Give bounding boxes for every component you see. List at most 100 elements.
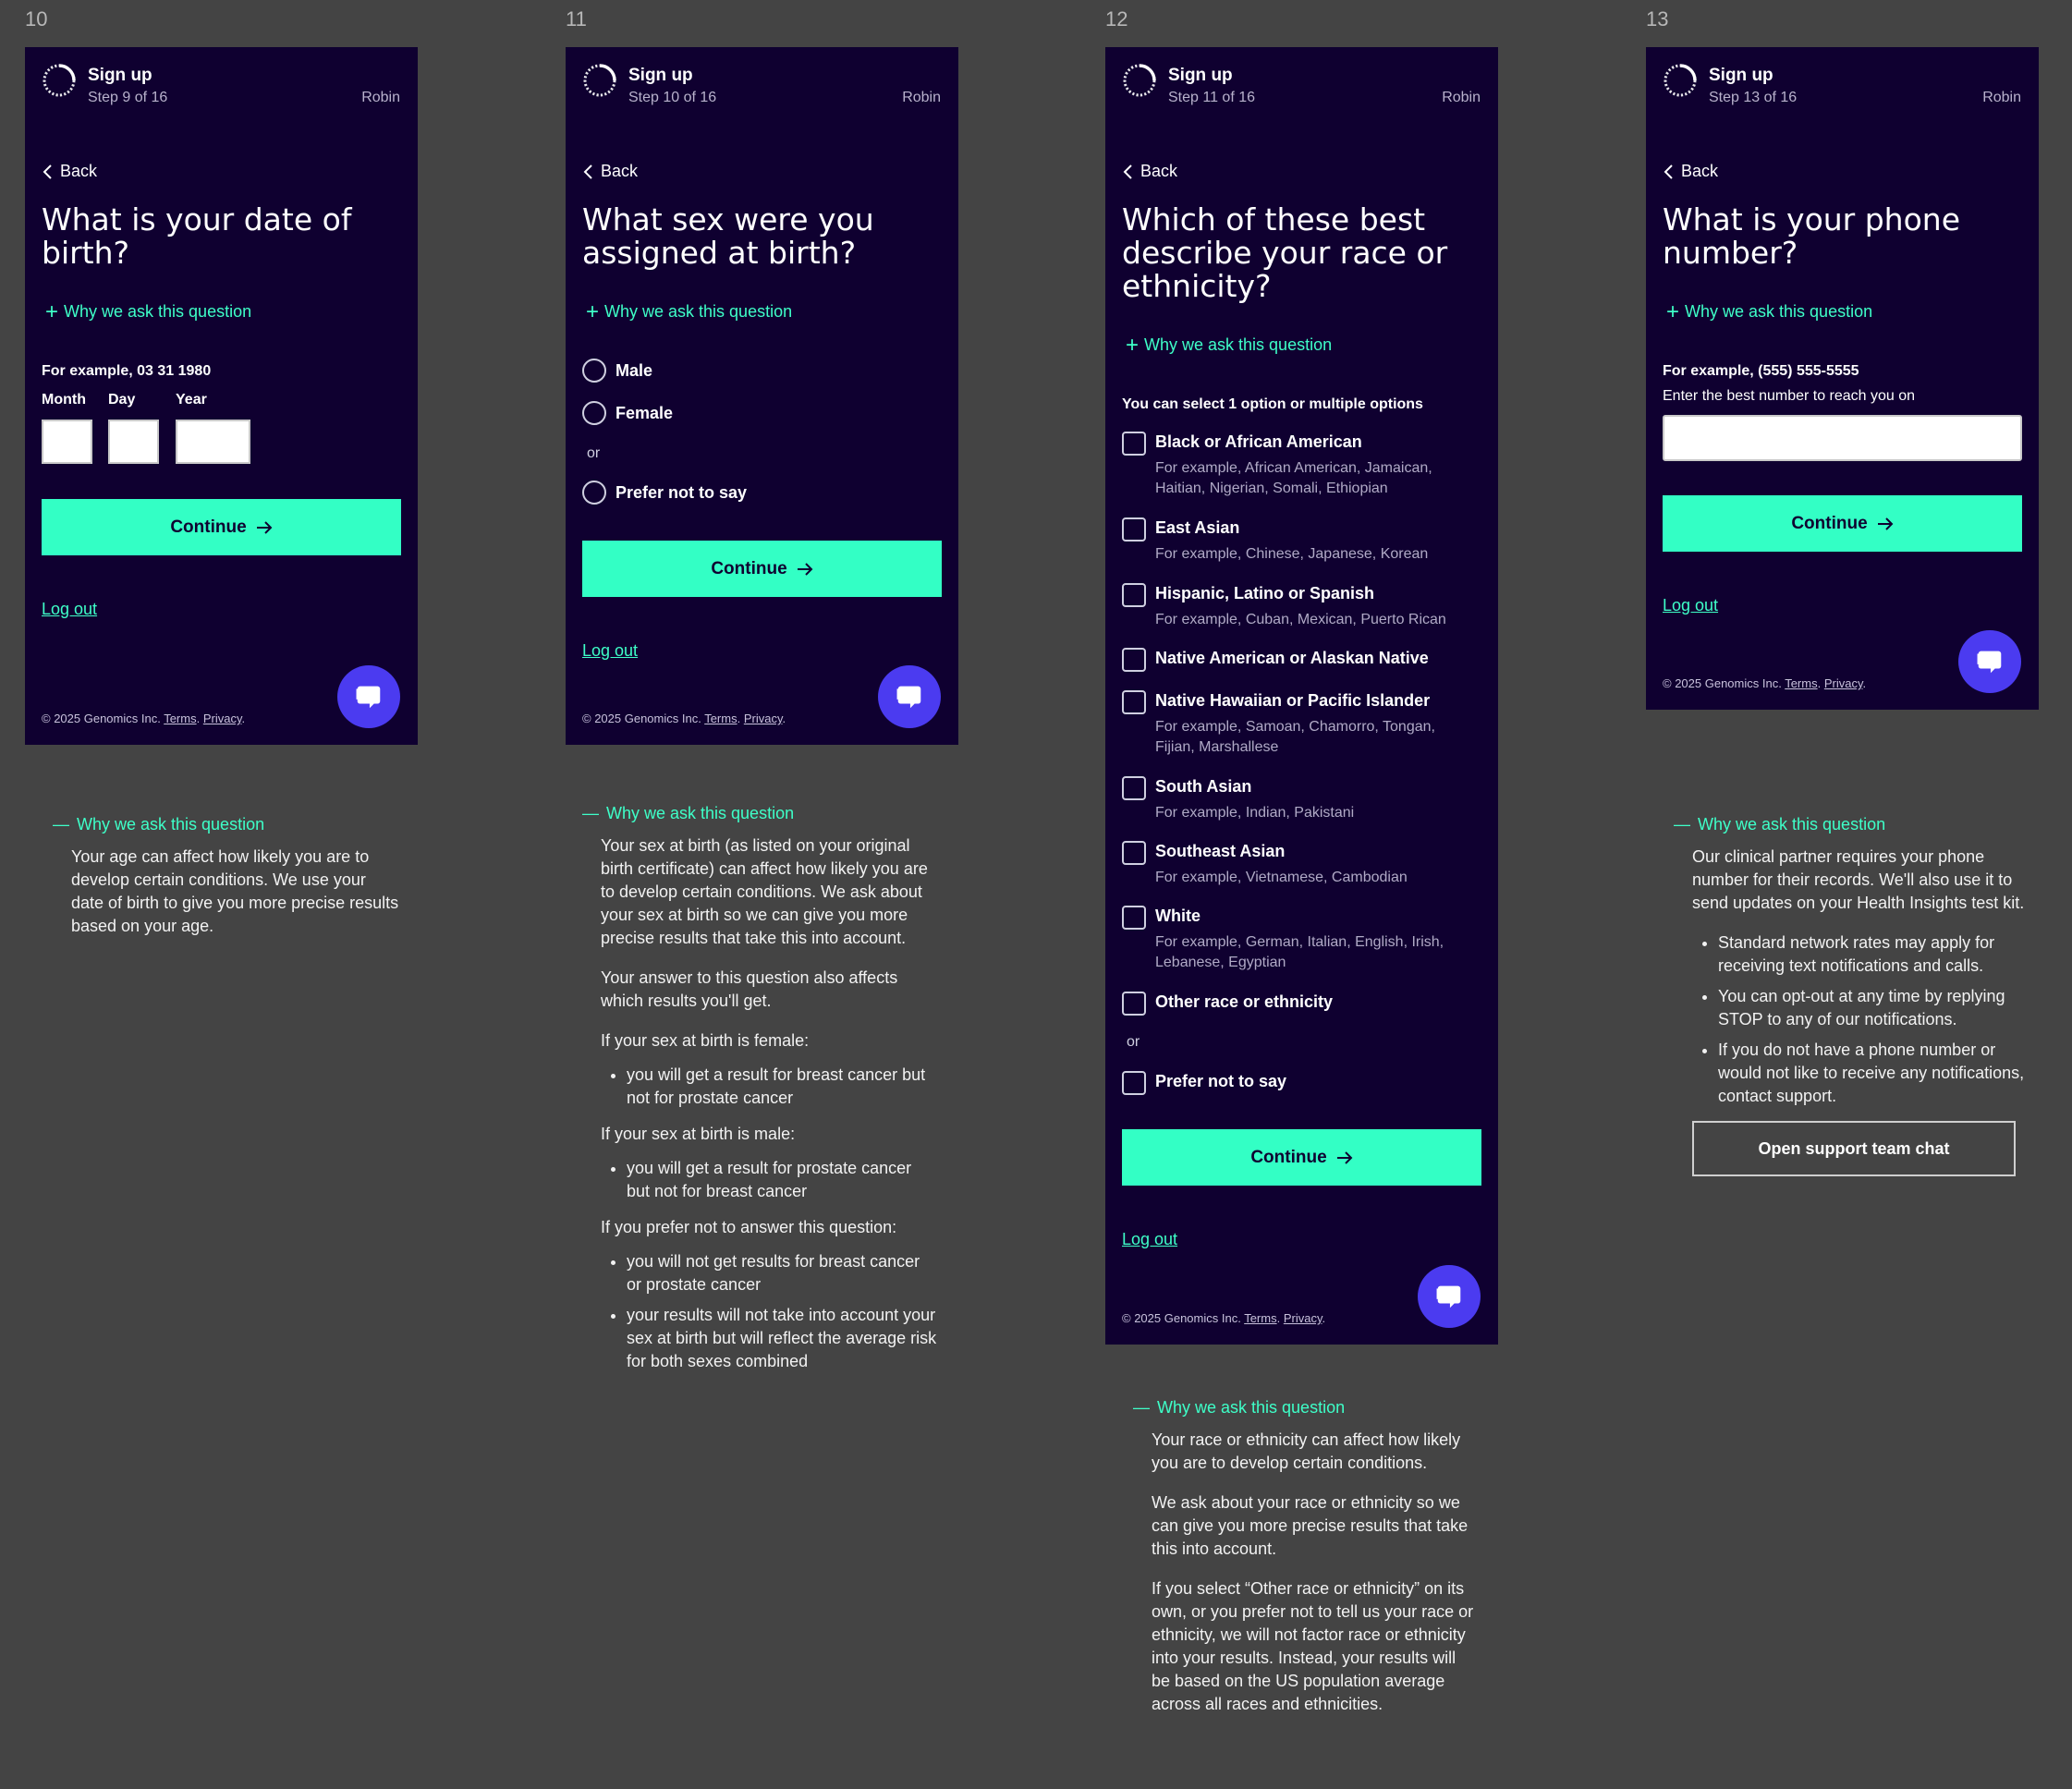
back-button[interactable]: Back [42,162,97,181]
continue-button[interactable]: Continue [42,499,401,555]
back-button[interactable]: Back [1663,162,1718,181]
logout-link[interactable]: Log out [1122,1230,1177,1249]
radio-female[interactable]: Female [582,401,673,425]
why-toggle[interactable]: + Why we ask this question [1666,300,1873,323]
arrow-right-icon [1877,517,1894,530]
header: Sign up Step 11 of 16 Robin [1105,47,1498,149]
header-title: Sign up [88,66,152,85]
logout-link[interactable]: Log out [42,600,97,619]
why-heading: Why we ask this question [606,804,795,822]
why-toggle-expanded[interactable]: — Why we ask this question [53,813,399,836]
explanation-text: Your age can affect how likely you are t… [71,847,399,935]
why-label: Why we ask this question [1685,302,1873,321]
explanation-text: We ask about your race or ethnicity so w… [1152,1493,1469,1558]
year-label: Year [176,392,207,408]
phone-input[interactable] [1663,415,2022,461]
checkbox[interactable] [1122,517,1146,542]
why-toggle-expanded[interactable]: — Why we ask this question [582,802,938,825]
why-toggle[interactable]: + Why we ask this question [586,298,792,324]
plus-icon: + [586,298,600,324]
frame-number: 12 [1105,7,1128,30]
day-input[interactable] [108,420,159,464]
privacy-link[interactable]: Privacy [1824,676,1863,690]
terms-link[interactable]: Terms [1785,676,1817,690]
list-item: If you do not have a phone number or wou… [1718,1039,2025,1108]
logout-link[interactable]: Log out [1663,596,1718,615]
chat-button[interactable] [1418,1265,1481,1328]
copyright: © 2025 Genomics Inc. [1122,1311,1241,1325]
open-support-chat-button[interactable]: Open support team chat [1692,1121,2016,1176]
radio-circle[interactable] [582,401,606,425]
checkbox[interactable] [1122,992,1146,1016]
explanation-text: If you select “Other race or ethnicity” … [1152,1579,1474,1713]
logout-link[interactable]: Log out [582,641,638,661]
question-title: What is your date of birth? [42,201,352,271]
privacy-link[interactable]: Privacy [1284,1311,1322,1325]
checkbox[interactable] [1122,1071,1146,1095]
header-title: Sign up [1709,66,1773,85]
footer: © 2025 Genomics Inc. Terms. Privacy. [42,712,246,725]
back-button[interactable]: Back [582,162,638,181]
privacy-link[interactable]: Privacy [203,712,242,725]
continue-label: Continue [170,517,247,537]
checkbox[interactable] [1122,906,1146,930]
header: Sign up Step 10 of 16 Robin [566,47,958,149]
step-indicator: Step 9 of 16 [88,90,168,105]
why-toggle-expanded[interactable]: — Why we ask this question [1674,813,2025,836]
terms-link[interactable]: Terms [704,712,737,725]
chevron-left-icon [1664,164,1673,179]
radio-circle[interactable] [582,359,606,383]
option-example: For example, African American, Jamaican,… [1155,460,1432,496]
why-toggle[interactable]: + Why we ask this question [45,300,251,323]
checkbox[interactable] [1122,690,1146,714]
checkbox[interactable] [1122,583,1146,607]
why-toggle[interactable]: + Why we ask this question [1126,334,1332,356]
checkbox[interactable] [1122,776,1146,800]
radio-circle[interactable] [582,481,606,505]
or-separator: or [1127,1034,1140,1050]
privacy-link[interactable]: Privacy [744,712,783,725]
why-explanation-sex: — Why we ask this question Your sex at b… [582,802,938,1386]
chat-bubble-icon [1436,1284,1462,1309]
back-label: Back [1681,162,1719,180]
why-heading: Why we ask this question [1698,815,1886,834]
dob-screen: Sign up Step 9 of 16 Robin Back What is … [25,47,418,745]
phone-notes-list: Standard network rates may apply for rec… [1692,931,2025,1108]
why-toggle-expanded[interactable]: — Why we ask this question [1133,1396,1475,1419]
chevron-left-icon [1123,164,1132,179]
chat-button[interactable] [1958,630,2021,693]
why-heading: Why we ask this question [77,815,265,834]
step-indicator: Step 13 of 16 [1709,90,1798,105]
checkbox[interactable] [1122,841,1146,865]
back-button[interactable]: Back [1122,162,1177,181]
header: Sign up Step 9 of 16 Robin [25,47,418,149]
continue-button[interactable]: Continue [1122,1129,1481,1186]
chevron-left-icon [583,164,592,179]
progress-spinner-icon [583,64,616,97]
explanation-text: Your race or ethnicity can affect how li… [1152,1430,1461,1472]
terms-link[interactable]: Terms [1244,1311,1276,1325]
terms-link[interactable]: Terms [164,712,196,725]
chat-button[interactable] [878,665,941,728]
step-indicator: Step 10 of 16 [628,90,717,105]
user-name: Robin [1982,90,2021,105]
chevron-left-icon [43,164,52,179]
radio-prefer-not[interactable]: Prefer not to say [582,481,747,505]
checkbox[interactable] [1122,648,1146,672]
question-title: What is your phone number? [1663,201,1961,271]
phone-hint: Enter the best number to reach you on [1663,388,1916,404]
option-label: White [1155,907,1201,925]
footer: © 2025 Genomics Inc. Terms. Privacy. [1663,676,1867,690]
month-input[interactable] [42,420,92,464]
radio-male[interactable]: Male [582,359,652,383]
chat-button[interactable] [337,665,400,728]
prefer-heading: If you prefer not to answer this questio… [601,1218,897,1236]
checkbox[interactable] [1122,432,1146,456]
radio-label: Female [616,403,674,422]
continue-button[interactable]: Continue [1663,495,2022,552]
dob-example: For example, 03 31 1980 [42,363,212,379]
year-input[interactable] [176,420,250,464]
continue-button[interactable]: Continue [582,541,942,597]
why-explanation-dob: — Why we ask this question Your age can … [53,813,399,955]
footer: © 2025 Genomics Inc. Terms. Privacy. [1122,1311,1326,1325]
